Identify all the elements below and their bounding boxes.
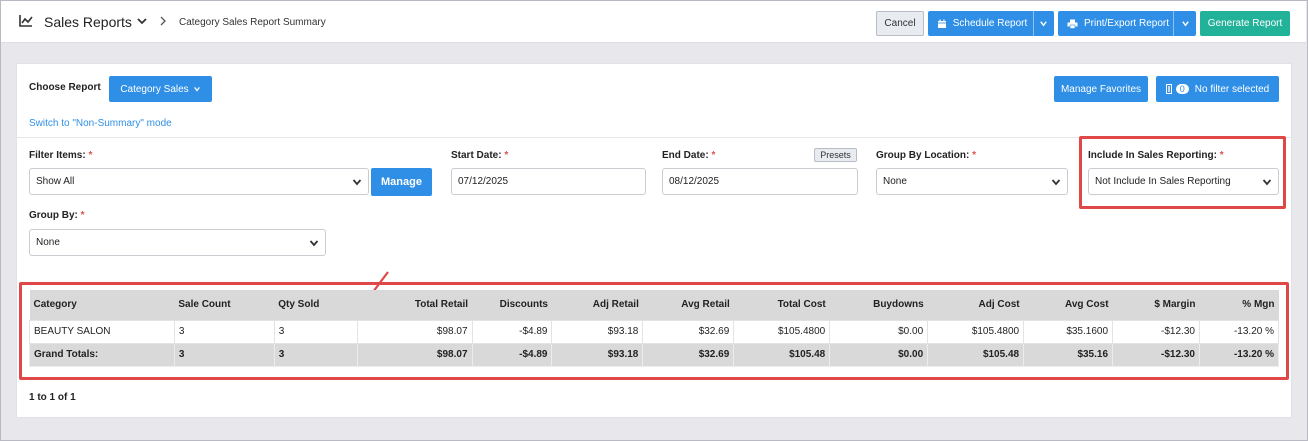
cancel-button[interactable]: Cancel [876,11,924,36]
end-date-label: End Date: * [662,150,716,161]
breadcrumb: Category Sales Report Summary [179,17,326,28]
chevron-down-icon [1051,179,1061,186]
highlight-box [1079,136,1286,209]
generate-report-button[interactable]: Generate Report [1200,11,1290,36]
chevron-down-icon [309,240,319,247]
filter-status-label: No filter selected [1194,83,1270,95]
group-by-value: None [36,237,60,248]
calendar-icon [937,19,946,28]
choose-report-label: Choose Report [29,82,101,93]
filter-status-button[interactable]: 0 No filter selected [1156,76,1279,102]
manage-favorites-button[interactable]: Manage Favorites [1054,76,1148,102]
chart-line-icon [19,15,33,27]
group-by-select[interactable]: None [29,229,326,256]
filter-count-badge: 0 [1175,84,1189,94]
start-date-label: Start Date: * [451,150,509,161]
group-by-location-value: None [883,176,907,187]
chevron-right-icon [160,16,166,26]
printer-icon [1067,19,1078,29]
end-date-value: 08/12/2025 [669,176,720,187]
filter-items-select[interactable]: Show All [29,168,369,195]
end-date-input[interactable]: 08/12/2025 [662,168,858,195]
presets-button[interactable]: Presets [814,148,857,162]
top-bar: Sales Reports Category Sales Report Summ… [1,1,1306,43]
group-by-location-label: Group By Location: * [876,150,977,161]
manage-button[interactable]: Manage [371,168,432,196]
app-title: Sales Reports [44,14,132,30]
start-date-value: 07/12/2025 [458,176,509,187]
report-select-button[interactable]: Category Sales [109,76,212,102]
start-date-input[interactable]: 07/12/2025 [451,168,646,195]
chevron-down-icon[interactable] [1181,19,1190,28]
highlight-box [19,282,1289,380]
group-by-label: Group By: * [29,210,85,221]
schedule-report-button[interactable]: Schedule Report [928,11,1054,36]
print-export-label: Print/Export Report [1083,18,1170,29]
filter-items-label: Filter Items: * [29,150,93,161]
chevron-down-icon[interactable] [1039,19,1048,28]
print-export-button[interactable]: Print/Export Report [1058,11,1196,36]
filter-icon [1165,84,1172,94]
chevron-down-icon[interactable] [136,15,148,27]
schedule-report-label: Schedule Report [952,18,1028,29]
button-split [1033,11,1034,36]
button-split [1173,11,1174,36]
non-summary-mode-link[interactable]: Switch to "Non-Summary" mode [29,118,172,129]
chevron-down-icon [352,179,362,186]
chevron-down-icon [193,87,200,92]
group-by-location-select[interactable]: None [876,168,1068,195]
pagination-summary: 1 to 1 of 1 [29,392,76,403]
report-select-value: Category Sales [120,83,189,95]
filter-items-value: Show All [36,176,75,187]
